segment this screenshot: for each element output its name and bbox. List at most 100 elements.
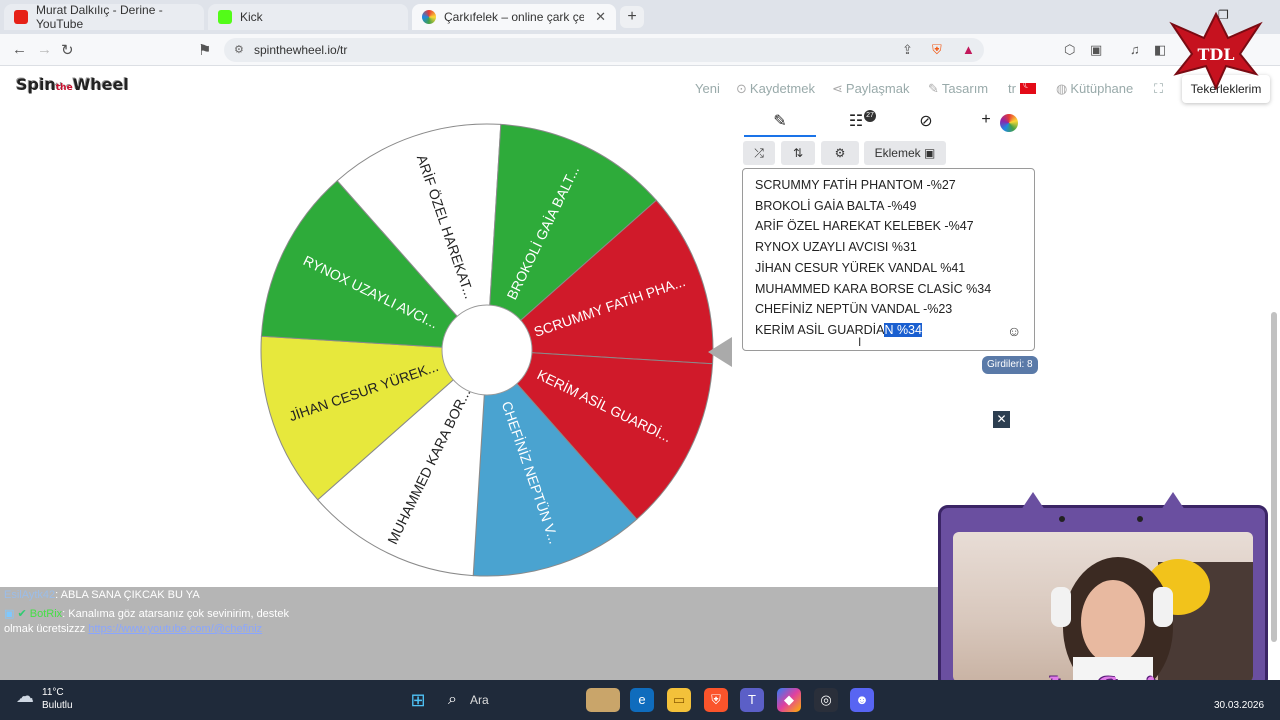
extensions-icon[interactable]: ⬡ (1064, 42, 1075, 58)
taskbar-date: 30.03.2026 (1214, 700, 1265, 711)
taskbar-search[interactable]: Ara (442, 688, 578, 712)
entry-line: SCRUMMY FATİH PHANTOM -%27 (755, 178, 956, 192)
chat-text: olmak ücretsizzz (4, 623, 86, 635)
brave-icon[interactable]: ⛨ (704, 688, 728, 712)
kick-icon (218, 10, 232, 24)
color-wheel-icon[interactable] (1000, 114, 1018, 132)
discord-icon[interactable]: ☻ (850, 688, 874, 712)
pencil-icon: ✎ (773, 113, 787, 130)
spin-wheel[interactable]: SCRUMMY FATİH PHA...KERİM ASİL GUARDİ...… (255, 119, 725, 589)
entry-line: ARİF ÖZEL HAREKAT KELEBEK -%47 (755, 219, 974, 234)
chat-message: ▣ ✔ BotRix: Kanalıma göz atarsanız çok s… (4, 607, 289, 620)
entries-textarea[interactable]: SCRUMMY FATİH PHANTOM -%27 BROKOLİ GAİA B… (742, 168, 1035, 351)
tab-hidden[interactable]: ⊘ (896, 111, 956, 137)
bookmark-icon[interactable]: ⚑ (198, 41, 211, 59)
new-tab-button[interactable]: + (620, 6, 644, 28)
cat-ear-right (1161, 492, 1185, 510)
chat-text: : ABLA SANA ÇIKCAK BU YA (55, 589, 200, 601)
tab-kick[interactable]: Kick (208, 4, 408, 30)
settings-button[interactable]: ⚙ (821, 141, 859, 165)
add-wheel-plus-icon[interactable]: + (974, 111, 998, 137)
obs-icon[interactable]: ◎ (814, 688, 838, 712)
address-bar[interactable]: ⚙ spinthewheel.io/tr (224, 38, 984, 62)
entry-line: MUHAMMED KARA BORSE CLASİC %34 (755, 281, 992, 296)
nav-share[interactable]: ⋖ Paylaşmak (832, 81, 909, 97)
screenshot-icon[interactable]: ▣ (1090, 42, 1102, 58)
page-scrollbar[interactable] (1271, 312, 1277, 642)
media-icon[interactable]: ♫ (1130, 42, 1140, 57)
cat-ear-left (1021, 492, 1045, 510)
entry-line: RYNOX UZAYLI AVCISI %31 (755, 240, 917, 255)
shuffle-button[interactable]: ⤮ (743, 141, 775, 165)
nav-new[interactable]: Yeni (695, 81, 720, 96)
emoji-icon[interactable]: ☺ (1007, 323, 1021, 339)
nav-library-label: Kütüphane (1070, 81, 1134, 96)
nav-library[interactable]: ◍ Kütüphane (1056, 81, 1133, 97)
copilot-icon[interactable]: ◆ (777, 688, 801, 712)
shuffle-icon: ⤮ (754, 146, 764, 160)
tab-results[interactable]: ☷ (820, 111, 892, 137)
wheel-favicon-icon (422, 10, 436, 24)
close-tab-icon[interactable]: ✕ (595, 9, 606, 25)
sort-icon: ⇅ (792, 146, 804, 160)
nav-save[interactable]: ⊙ Kaydetmek (736, 81, 815, 97)
entry-line-last: KERİM ASİL GUARDİAN %34 (755, 320, 1022, 341)
back-icon[interactable]: ← (12, 41, 27, 58)
file-explorer-icon[interactable]: ▭ (667, 688, 691, 712)
wheel-pointer-icon (708, 337, 732, 367)
nav-language[interactable]: tr (1008, 80, 1036, 96)
text-cursor-icon: I (858, 335, 862, 349)
share-icon: ⋖ (832, 81, 843, 96)
save-icon: ⊙ (736, 81, 747, 96)
site-info-icon[interactable]: ⚙ (234, 38, 244, 62)
tab-spinthewheel[interactable]: Çarkıfelek – online çark çevirme ✕ (412, 4, 616, 30)
brave-shield-icon[interactable]: ⛨ (932, 42, 942, 58)
add-image-button[interactable]: Eklemek ▣ (864, 141, 946, 165)
image-icon: ▣ (924, 146, 936, 160)
browser-tab-strip: Murat Dalkılıç - Derine - YouTube Kick Ç… (0, 0, 1280, 34)
share-icon[interactable]: ⇪ (902, 42, 913, 58)
entry-text: KERİM ASİL GUARDİA (755, 322, 885, 337)
add-image-label: Eklemek (874, 146, 921, 160)
wheel-center-hub[interactable] (441, 304, 533, 396)
nav-design[interactable]: ✎ Tasarım (928, 81, 988, 97)
eye-slash-icon: ⊘ (919, 113, 933, 130)
gear-icon: ⚙ (834, 146, 846, 160)
results-count-badge: 27 (864, 110, 876, 122)
site-logo[interactable]: SpintheWheel (16, 75, 129, 94)
tab-youtube[interactable]: Murat Dalkılıç - Derine - YouTube (4, 3, 204, 31)
sidebar-icon[interactable]: ◧ (1154, 42, 1166, 58)
tab-title: Murat Dalkılıç - Derine - YouTube (36, 3, 163, 31)
fullscreen-icon[interactable]: ⛶ (1154, 81, 1163, 97)
teams-icon[interactable]: T (740, 688, 764, 712)
logo-text-wheel: Wheel (72, 75, 129, 94)
tab-title: Kick (240, 10, 263, 24)
nav-design-label: Tasarım (941, 81, 989, 96)
turkey-flag-icon (1019, 80, 1036, 94)
edge-icon[interactable]: e (630, 688, 654, 712)
windows-start-icon[interactable]: ⊞ (406, 688, 430, 712)
nav-save-label: Kaydetmek (749, 81, 815, 96)
chat-message: EsilAytk42: ABLA SANA ÇIKCAK BU YA (4, 589, 200, 601)
chat-message-continued: olmak ücretsizzz https://www.youtube.com… (4, 623, 262, 635)
entry-line: BROKOLİ GAİA BALTA -%49 (755, 198, 917, 213)
entry-line: JİHAN CESUR YÜREK VANDAL %41 (755, 260, 966, 275)
search-highlight-icon[interactable] (586, 688, 620, 712)
brave-rewards-icon[interactable]: ▲ (962, 42, 975, 57)
tab-title: Çarkıfelek – online çark çevirme (444, 10, 584, 24)
chat-username: EsilAytk42 (4, 589, 56, 601)
pencil-icon: ✎ (928, 81, 939, 96)
forward-icon[interactable]: → (37, 41, 52, 58)
lang-code: tr (1008, 81, 1016, 96)
globe-icon: ◍ (1056, 81, 1068, 96)
tab-edit-entries[interactable]: ✎ (744, 111, 816, 137)
sort-button[interactable]: ⇅ (781, 141, 815, 165)
stream-logo-text: TDL (1197, 45, 1234, 64)
bot-badge-icon: ▣ (4, 608, 15, 620)
entry-line: CHEFİNİZ NEPTÜN VANDAL -%23 (755, 302, 953, 317)
nav-share-label: Paylaşmak (845, 81, 910, 96)
reload-icon[interactable]: ↻ (61, 41, 74, 59)
cat-eye-right (1137, 516, 1143, 522)
windows-taskbar: ☁ 11°C Bulutlu ⊞ Ara e ▭ ⛨ T ◆ ◎ ☻ 30.03… (0, 680, 1280, 720)
close-icon[interactable]: ✕ (993, 411, 1010, 428)
